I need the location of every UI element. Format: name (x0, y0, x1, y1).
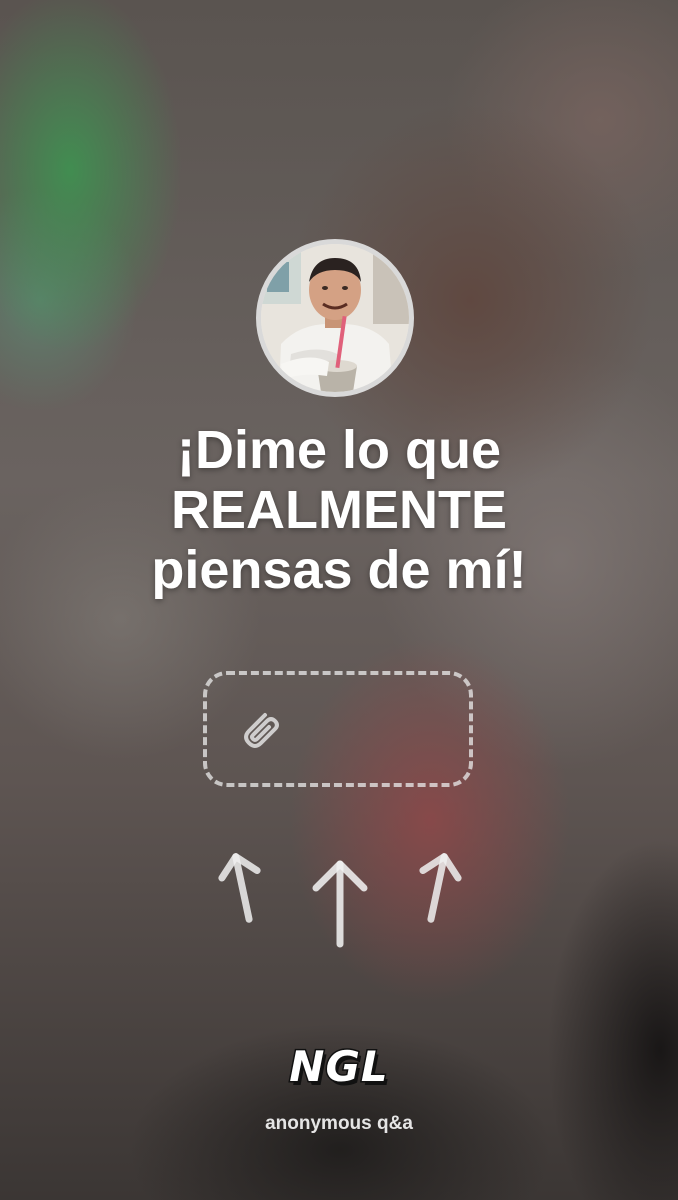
arrow-up-icon (419, 853, 462, 923)
brand-logo-container: NGL (0, 1040, 678, 1094)
profile-photo (261, 244, 409, 392)
paperclip-icon (244, 713, 279, 748)
arrow-up-icon (218, 853, 261, 923)
headline-line-2: REALMENTE (171, 480, 507, 540)
headline-line-3: piensas de mí! (151, 540, 527, 600)
ngl-logo: NGL (288, 1041, 389, 1093)
headline-line-1: ¡Dime lo que (176, 420, 502, 480)
brand-tagline: anonymous q&a (265, 1113, 413, 1134)
ngl-story: ¡Dime lo que REALMENTE piensas de mí! NG… (0, 0, 678, 1200)
arrow-up-icon (312, 860, 368, 948)
link-sticker-placeholder[interactable] (203, 671, 473, 787)
prompt-headline: ¡Dime lo que REALMENTE piensas de mí! (20, 420, 658, 600)
story-content: ¡Dime lo que REALMENTE piensas de mí! NG… (0, 0, 678, 1200)
avatar[interactable] (256, 239, 414, 397)
